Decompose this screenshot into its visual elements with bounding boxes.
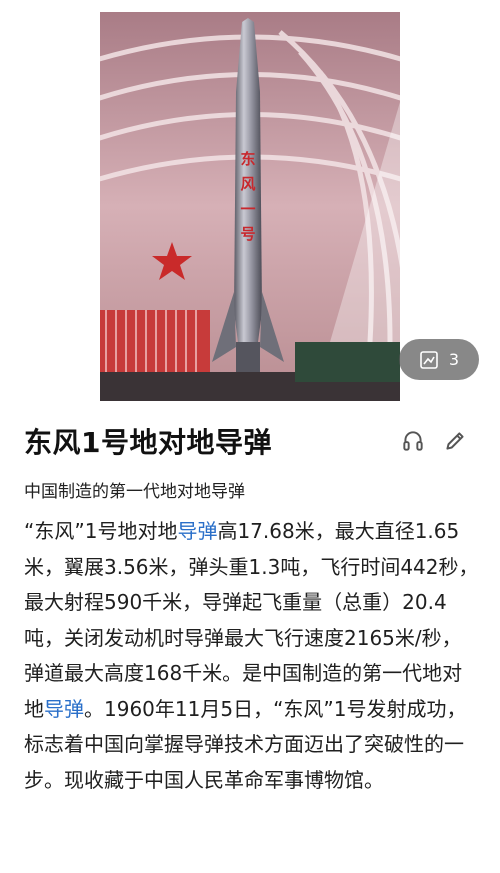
rocket-photo[interactable]: 东 风 一 号 bbox=[100, 12, 400, 401]
svg-text:东: 东 bbox=[240, 150, 255, 168]
article-title: 东风1号地对地导弹 bbox=[24, 426, 272, 459]
article-subtitle: 中国制造的第一代地对地导弹 bbox=[24, 482, 245, 502]
svg-text:一: 一 bbox=[240, 200, 255, 218]
title-row: 东风1号地对地导弹 bbox=[24, 418, 476, 464]
body-text-1: “东风”1号地对地 bbox=[24, 519, 178, 543]
svg-text:风: 风 bbox=[240, 175, 255, 193]
missile-link-1[interactable]: 导弹 bbox=[177, 519, 217, 543]
pencil-icon[interactable] bbox=[442, 428, 468, 454]
svg-text:号: 号 bbox=[240, 225, 255, 243]
image-count: 3 bbox=[448, 350, 460, 369]
gallery-icon bbox=[420, 350, 438, 369]
headphones-icon[interactable] bbox=[400, 428, 426, 454]
missile-link-2[interactable]: 导弹 bbox=[44, 697, 84, 721]
title-actions bbox=[400, 428, 476, 454]
article-body: “东风”1号地对地导弹高17.68米，最大直径1.65米，翼展3.56米，弹头重… bbox=[24, 514, 479, 798]
body-text-2: 高17.68米，最大直径1.65米，翼展3.56米，弹头重1.3吨，飞行时间44… bbox=[24, 519, 479, 721]
rocket-illustration: 东 风 一 号 bbox=[100, 12, 400, 401]
body-text-3: 。1960年11月5日，“东风”1号发射成功，标志着中国向掌握导弹技术方面迈出了… bbox=[24, 696, 467, 792]
image-count-badge[interactable]: 3 bbox=[399, 339, 479, 380]
